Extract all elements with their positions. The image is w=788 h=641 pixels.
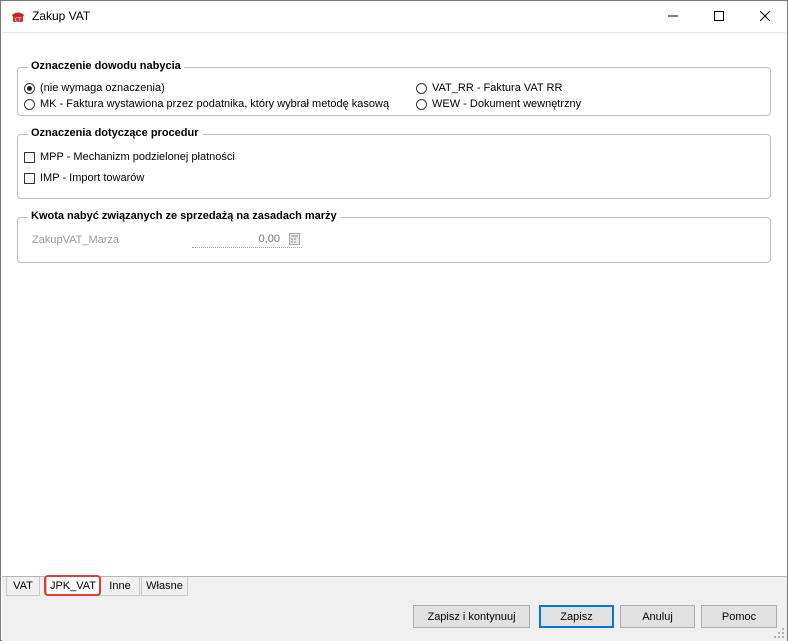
save-button[interactable]: Zapisz: [539, 605, 614, 628]
tab-inne[interactable]: Inne: [100, 577, 140, 596]
tab-vat[interactable]: VAT: [6, 577, 40, 596]
checkbox-label: MPP - Mechanizm podzielonej płatności: [40, 151, 235, 163]
radio-label: MK - Faktura wystawiona przez podatnika,…: [40, 98, 390, 110]
calculator-icon[interactable]: [289, 233, 300, 245]
tab-strip: VAT JPK_VAT Inne Własne: [2, 575, 787, 596]
tab-label: VAT: [13, 580, 33, 592]
window-title: Zakup VAT: [32, 9, 91, 23]
help-button[interactable]: Pomoc: [701, 605, 777, 628]
group-title: Oznaczenia dotyczące procedur: [28, 127, 202, 139]
checkbox-label: IMP - Import towarów: [40, 172, 145, 184]
tab-label: Inne: [109, 580, 131, 592]
zakupvat-marza-value: 0,00: [258, 233, 280, 245]
group-title: Kwota nabyć związanych ze sprzedażą na z…: [28, 210, 340, 222]
zakupvat-marza-field[interactable]: 0,00: [192, 232, 302, 248]
group-kwota-nabyc: Kwota nabyć związanych ze sprzedażą na z…: [17, 210, 771, 263]
maximize-button[interactable]: [696, 1, 742, 31]
bottom-bar: Zapisz i kontynuuj Zapisz Anuluj Pomoc: [2, 596, 787, 641]
group-oznaczenia-procedur: Oznaczenia dotyczące procedur MPP - Mech…: [17, 127, 771, 199]
checkbox[interactable]: [24, 151, 35, 163]
radio-button[interactable]: [24, 98, 35, 110]
checkbox[interactable]: [24, 172, 35, 184]
radio-vat-rr[interactable]: VAT_RR - Faktura VAT RR: [416, 82, 562, 94]
maximize-icon: [714, 11, 724, 21]
minimize-button[interactable]: [650, 1, 696, 31]
cancel-button[interactable]: Anuluj: [620, 605, 695, 628]
group-title: Oznaczenie dowodu nabycia: [28, 60, 184, 72]
zakupvat-marza-label: ZakupVAT_Marza: [32, 234, 120, 246]
radio-button[interactable]: [24, 82, 35, 94]
app-icon: CT: [12, 12, 24, 24]
tab-highlight-marker: [44, 575, 101, 596]
close-button[interactable]: [742, 1, 788, 31]
checkbox-mpp[interactable]: MPP - Mechanizm podzielonej płatności: [24, 151, 235, 163]
title-bar: CT Zakup VAT: [1, 1, 787, 32]
radio-button[interactable]: [416, 82, 427, 94]
minimize-icon: [668, 15, 678, 17]
close-icon: [760, 11, 770, 21]
svg-text:CT: CT: [15, 18, 22, 24]
radio-label: WEW - Dokument wewnętrzny: [432, 98, 582, 110]
radio-nie-wymaga[interactable]: (nie wymaga oznaczenia): [24, 82, 165, 94]
save-and-continue-button[interactable]: Zapisz i kontynuuj: [413, 605, 530, 628]
radio-label: (nie wymaga oznaczenia): [40, 82, 165, 94]
radio-label: VAT_RR - Faktura VAT RR: [432, 82, 563, 94]
radio-mk[interactable]: MK - Faktura wystawiona przez podatnika,…: [24, 98, 389, 110]
tab-label: Własne: [146, 580, 183, 592]
radio-button[interactable]: [416, 98, 427, 110]
checkbox-imp[interactable]: IMP - Import towarów: [24, 172, 144, 184]
radio-wew[interactable]: WEW - Dokument wewnętrzny: [416, 98, 581, 110]
group-oznaczenie-dowodu: Oznaczenie dowodu nabycia (nie wymaga oz…: [17, 60, 771, 116]
content-area: Oznaczenie dowodu nabycia (nie wymaga oz…: [2, 32, 787, 575]
tab-wlasne[interactable]: Własne: [141, 577, 188, 596]
dialog-window: CT Zakup VAT Oznaczenie dowodu nabycia (…: [0, 0, 788, 641]
resize-grip-icon[interactable]: [773, 627, 785, 639]
